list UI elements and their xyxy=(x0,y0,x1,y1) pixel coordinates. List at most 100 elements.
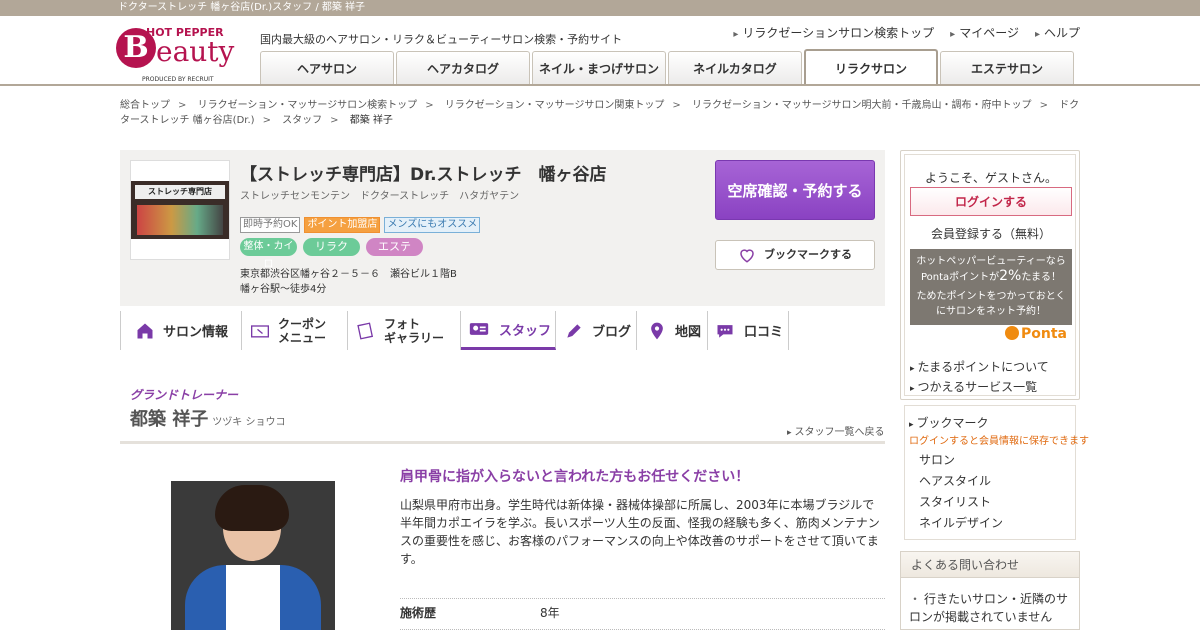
photo-icon xyxy=(357,321,374,340)
staff-name: 都築 祥子 ツヅキ ショウコ xyxy=(130,405,285,431)
storefront-sign: ストレッチ専門店 xyxy=(135,185,225,199)
address-text: 東京都渋谷区幡ヶ谷２－５－６ 瀬谷ビル１階B xyxy=(240,269,457,280)
tab-staff[interactable]: スタッフ xyxy=(461,311,556,350)
welcome-greeting: ようこそ、ゲストさん。 xyxy=(924,171,1057,185)
pencil-icon xyxy=(567,323,581,338)
genre-seitai-badge: 整体・カイロ xyxy=(240,238,297,270)
tab-hair-catalog[interactable]: ヘアカタログ xyxy=(396,51,530,84)
experience-value: 8年 xyxy=(540,606,560,620)
tab-esthe-salon[interactable]: エステサロン xyxy=(940,51,1074,84)
point-member-badge: ポイント加盟店 xyxy=(304,217,381,233)
site-header: B HOT PEPPER eauty PRODUCED BY RECRUIT 国… xyxy=(0,16,1200,86)
staff-position: グランドトレーナー xyxy=(130,388,239,402)
category-tabs: ヘアサロン ヘアカタログ ネイル・まつげサロン ネイルカタログ リラクサロン エ… xyxy=(260,49,1074,84)
salon-header-box: ストレッチ専門店 【ストレッチ専門店】Dr.ストレッチ 幡ヶ谷店 ストレッチセン… xyxy=(120,150,885,306)
tab-photo-gallery[interactable]: フォト ギャラリー xyxy=(348,311,461,350)
salon-title: 【ストレッチ専門店】Dr.ストレッチ 幡ヶ谷店 xyxy=(240,165,607,185)
mens-recommended-badge: メンズにもオススメ xyxy=(384,217,481,233)
relax-search-top-link[interactable]: リラクゼーションサロン検索トップ xyxy=(733,24,934,41)
faq-item[interactable]: ・行きたいサロン・近隣のサロンが掲載されていません xyxy=(909,590,1075,626)
logo-produced-by: PRODUCED BY RECRUIT xyxy=(142,76,214,83)
reserve-button[interactable]: 空席確認・予約する xyxy=(715,160,875,220)
breadcrumb: 総合トップ > リラクゼーション・マッサージサロン検索トップ > リラクゼーション・… xyxy=(120,100,1080,126)
breadcrumb-current: 都築 祥子 xyxy=(349,115,393,126)
staff-description: 山梨県甲府市出身。学生時代は新体操・器械体操部に所属し、2003年に本場ブラジル… xyxy=(400,498,880,566)
header-links: リラクゼーションサロン検索トップ マイページ ヘルプ xyxy=(733,24,1080,41)
bookmark-nail-design-link[interactable]: ネイルデザイン xyxy=(919,513,1003,534)
coupon-icon xyxy=(251,324,269,337)
site-tagline: 国内最大級のヘアサロン・リラク＆ビューティーサロン検索・予約サイト xyxy=(260,33,623,46)
tab-reviews[interactable]: 口コミ xyxy=(708,311,789,350)
map-pin-icon xyxy=(651,322,663,339)
bookmark-title-link[interactable]: ブックマーク xyxy=(909,414,989,434)
breadcrumb-item[interactable]: リラクゼーション・マッサージサロン検索トップ xyxy=(198,100,418,111)
sidebar-faq-box: よくある問い合わせ ・行きたいサロン・近隣のサロンが掲載されていません xyxy=(900,551,1080,630)
ponta-text: Pontaポイントが2%たまる！ xyxy=(920,268,1062,284)
login-button[interactable]: ログインする xyxy=(910,187,1072,216)
hotpepper-beauty-logo[interactable]: B HOT PEPPER eauty PRODUCED BY RECRUIT xyxy=(116,24,248,83)
tab-hair-salon[interactable]: ヘアサロン xyxy=(260,51,394,84)
breadcrumb-item[interactable]: スタッフ xyxy=(282,115,322,126)
tab-label: クーポン メニュー xyxy=(278,316,327,345)
register-link[interactable]: 会員登録する（無料） xyxy=(905,225,1077,242)
tab-label: サロン情報 xyxy=(163,325,229,340)
tab-relax-salon[interactable]: リラクサロン xyxy=(804,49,938,84)
section-divider xyxy=(120,441,885,444)
genre-relax-badge: リラク xyxy=(303,238,360,256)
ponta-promo-banner[interactable]: ホットペッパービューティーなら Pontaポイントが2%たまる！ ためたポイント… xyxy=(910,249,1072,325)
breadcrumb-item[interactable]: 総合トップ xyxy=(120,100,170,111)
sidebar-welcome-box: ようこそ、ゲストさん。 ログインする 会員登録する（無料） ホットペッパービュー… xyxy=(900,150,1080,400)
experience-row: 施術歴 8年 xyxy=(400,598,885,630)
top-title-bar: ドクターストレッチ 幡ヶ谷店(Dr.)スタッフ / 都築 祥子 xyxy=(0,0,1200,16)
logo-beauty-text: eauty xyxy=(156,35,235,68)
heart-icon xyxy=(740,249,754,263)
salon-feature-badges: 即時予約OK ポイント加盟店 メンズにもオススメ xyxy=(240,217,481,233)
breadcrumb-item[interactable]: リラクゼーション・マッサージサロン関東トップ xyxy=(445,100,665,111)
tab-label: 地図 xyxy=(675,325,702,340)
tab-nail-catalog[interactable]: ネイルカタログ xyxy=(668,51,802,84)
bookmark-salon-link[interactable]: サロン xyxy=(919,450,1003,471)
mypage-link[interactable]: マイページ xyxy=(950,24,1019,41)
salon-address: 東京都渋谷区幡ヶ谷２－５－６ 瀬谷ビル１階B 幡ヶ谷駅～徒歩4分 xyxy=(240,267,457,297)
staff-catchphrase: 肩甲骨に指が入らないと言われた方もお任せください！ xyxy=(400,469,750,485)
point-links: たまるポイントについて つかえるサービス一覧 xyxy=(910,358,1049,398)
bookmark-button[interactable]: ブックマークする xyxy=(715,240,875,270)
bookmark-label: ブックマークする xyxy=(764,248,852,261)
tab-nail-eyelash-salon[interactable]: ネイル・まつげサロン xyxy=(532,51,666,84)
bookmark-hairstyle-link[interactable]: ヘアスタイル xyxy=(919,471,1003,492)
speech-bubble-icon xyxy=(717,324,733,338)
tab-label: 口コミ xyxy=(744,325,784,340)
bookmark-stylist-link[interactable]: スタイリスト xyxy=(919,492,1003,513)
staff-name-text: 都築 祥子 xyxy=(130,409,209,430)
bookmark-note: ログインすると会員情報に保存できます xyxy=(909,436,1089,447)
services-list-link[interactable]: つかえるサービス一覧 xyxy=(910,378,1049,398)
experience-label: 施術歴 xyxy=(400,606,437,620)
tab-coupon-menu[interactable]: クーポン メニュー xyxy=(242,311,348,350)
salon-tabs: サロン情報 クーポン メニュー フォト ギャラリー スタッフ ブログ 地図 口コ… xyxy=(120,311,885,351)
home-icon xyxy=(137,323,153,338)
salon-kana: ストレッチセンモンテン ドクターストレッチ ハタガヤテン xyxy=(240,191,520,202)
tab-salon-info[interactable]: サロン情報 xyxy=(120,311,242,350)
ponta-character-icon xyxy=(1005,326,1019,340)
salon-genre-badges: 整体・カイロ リラク エステ xyxy=(240,238,423,270)
tab-label: スタッフ xyxy=(499,323,552,339)
breadcrumb-item[interactable]: リラクゼーション・マッサージサロン明大前・千歳烏山・調布・府中トップ xyxy=(692,100,1032,111)
tab-label: フォト ギャラリー xyxy=(384,316,445,345)
access-text: 幡ヶ谷駅～徒歩4分 xyxy=(240,284,327,295)
salon-thumbnail[interactable]: ストレッチ専門店 xyxy=(130,160,230,260)
tab-blog[interactable]: ブログ xyxy=(556,311,637,350)
faq-title: よくある問い合わせ xyxy=(901,552,1079,578)
ponta-logo: Ponta xyxy=(1005,326,1067,342)
tab-map[interactable]: 地図 xyxy=(637,311,708,350)
bookmark-list: サロン ヘアスタイル スタイリスト ネイルデザイン xyxy=(919,450,1003,534)
instant-booking-badge: 即時予約OK xyxy=(240,217,301,233)
help-link[interactable]: ヘルプ xyxy=(1035,24,1080,41)
ponta-text: ホットペッパービューティーなら xyxy=(916,256,1066,267)
genre-esthe-badge: エステ xyxy=(366,238,423,256)
sidebar-bookmark-box: ブックマーク ログインすると会員情報に保存できます サロン ヘアスタイル スタイ… xyxy=(904,405,1089,540)
staff-card-icon xyxy=(469,323,489,335)
back-to-staff-list-link[interactable]: スタッフ一覧へ戻る xyxy=(787,423,885,438)
ponta-text: ためたポイントをつかっておとく xyxy=(916,291,1066,302)
storefront-image: ストレッチ専門店 xyxy=(131,181,229,239)
points-info-link[interactable]: たまるポイントについて xyxy=(910,358,1049,378)
